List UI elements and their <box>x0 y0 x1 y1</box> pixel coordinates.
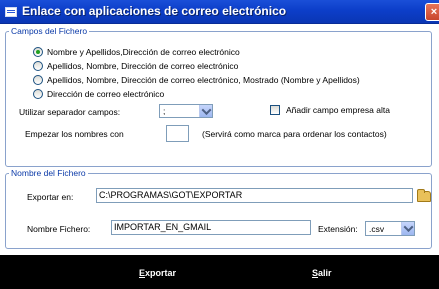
radio-option-apellidos-nombre[interactable]: Apellidos, Nombre, Dirección de correo e… <box>33 60 238 72</box>
extension-select[interactable]: .csv <box>365 221 415 236</box>
title-bar[interactable]: Enlace con aplicaciones de correo electr… <box>0 0 439 24</box>
empresa-label: Añadir campo empresa alta <box>286 105 390 115</box>
separator-select[interactable]: ; <box>159 104 213 118</box>
export-label-rest: xportar <box>145 268 177 278</box>
chevron-down-icon[interactable] <box>199 105 212 117</box>
radio-button[interactable] <box>33 75 43 85</box>
exit-label-rest: alir <box>318 268 332 278</box>
window-icon <box>5 7 17 17</box>
export-label: Exportar en: <box>27 192 74 202</box>
radio-button[interactable] <box>33 61 43 71</box>
radio-label: Nombre y Apellidos,Dirección de correo e… <box>47 47 240 57</box>
export-path-input[interactable]: C:\PROGRAMAS\GOT\EXPORTAR <box>96 188 413 203</box>
radio-button[interactable] <box>33 47 43 57</box>
exit-button[interactable]: Salir <box>312 268 332 278</box>
empresa-checkbox[interactable] <box>270 105 280 115</box>
file-label: Nombre Fichero: <box>27 224 91 234</box>
radio-option-direccion[interactable]: Dirección de correo electrónico <box>33 88 164 100</box>
button-bar: Exportar Salir <box>0 255 439 289</box>
radio-option-nombre-apellidos[interactable]: Nombre y Apellidos,Dirección de correo e… <box>33 46 240 58</box>
radio-button[interactable] <box>33 89 43 99</box>
radio-option-apellidos-nombre-mostrado[interactable]: Apellidos, Nombre, Dirección de correo e… <box>33 74 360 86</box>
separator-label: Utilizar separador campos: <box>19 107 121 117</box>
extension-value: .csv <box>369 224 385 234</box>
extension-label: Extensión: <box>318 224 358 234</box>
separator-value: ; <box>163 106 166 116</box>
start-input[interactable] <box>166 125 189 142</box>
campos-legend: Campos del Fichero <box>9 26 90 37</box>
nombre-legend: Nombre del Fichero <box>9 168 88 179</box>
radio-label: Apellidos, Nombre, Dirección de correo e… <box>47 61 239 71</box>
radio-label: Dirección de correo electrónico <box>47 89 165 99</box>
nombre-group: Nombre del Fichero Exportar en: C:\PROGR… <box>5 168 432 249</box>
export-button[interactable]: Exportar <box>139 268 176 278</box>
close-button[interactable]: × <box>425 3 439 21</box>
campos-group: Campos del Fichero Nombre y Apellidos,Di… <box>5 26 432 167</box>
start-hint: (Servirá como marca para ordenar los con… <box>202 129 387 139</box>
start-label: Empezar los nombres con <box>25 129 124 139</box>
folder-open-icon[interactable] <box>417 189 431 202</box>
window-title: Enlace con aplicaciones de correo electr… <box>22 4 287 18</box>
radio-label: Apellidos, Nombre, Dirección de correo e… <box>47 75 360 85</box>
chevron-down-icon[interactable] <box>401 222 414 235</box>
file-name-input[interactable]: IMPORTAR_EN_GMAIL <box>111 220 311 235</box>
dialog-body: Campos del Fichero Nombre y Apellidos,Di… <box>0 24 439 254</box>
